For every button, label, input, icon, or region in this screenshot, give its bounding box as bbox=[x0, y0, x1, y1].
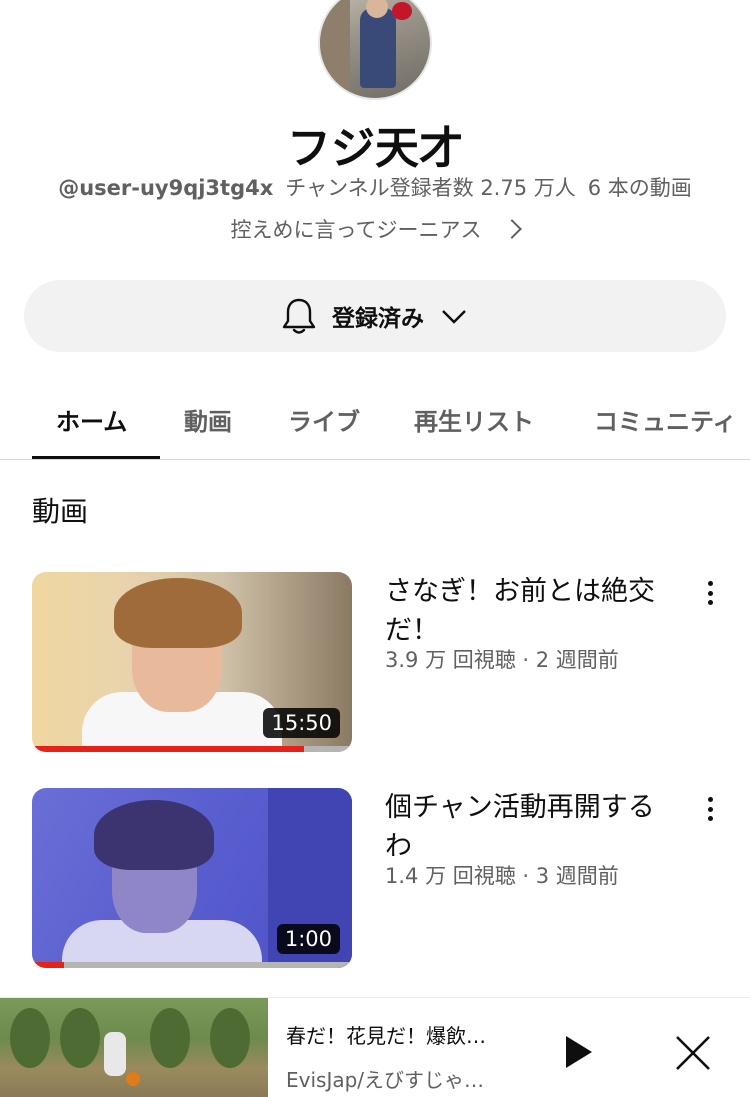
more-options-icon[interactable] bbox=[700, 578, 720, 608]
thumbnail-hair bbox=[94, 800, 214, 870]
thumbnail-tree bbox=[60, 1008, 100, 1068]
watch-progress-bar bbox=[32, 962, 64, 968]
tab-playlists[interactable]: 再生リスト bbox=[414, 402, 534, 437]
channel-meta: @user-uy9qj3tg4x チャンネル登録者数 2.75 万人 6 本の動画 bbox=[0, 172, 750, 202]
subscribed-label: 登録済み bbox=[332, 306, 424, 332]
section-title: 動画 bbox=[32, 495, 89, 528]
avatar-rose bbox=[392, 2, 412, 20]
channel-description-link[interactable]: 控えめに言ってジーニアス bbox=[0, 214, 750, 244]
miniplayer-title[interactable]: 春だ！花見だ！爆飲… bbox=[286, 1020, 486, 1049]
subscriber-count: チャンネル登録者数 2.75 万人 bbox=[285, 176, 576, 200]
thumbnail-child bbox=[104, 1032, 126, 1076]
miniplayer[interactable]: 春だ！花見だ！爆飲… EvisJap/えびすじゃ… bbox=[0, 997, 750, 1097]
subscribed-button[interactable]: 登録済み bbox=[24, 280, 726, 352]
tab-community[interactable]: コミュニティ bbox=[594, 402, 737, 437]
video-item[interactable]: 1:00 個チャン活動再開するわ 1.4 万 回視聴 · 3 週間前 bbox=[32, 788, 718, 968]
tab-live[interactable]: ライブ bbox=[288, 402, 360, 437]
tab-home[interactable]: ホーム bbox=[56, 402, 127, 437]
play-icon[interactable] bbox=[566, 1036, 592, 1068]
close-icon[interactable] bbox=[674, 1034, 712, 1072]
channel-avatar[interactable] bbox=[318, 0, 432, 100]
avatar-background bbox=[320, 0, 350, 98]
video-duration: 15:50 bbox=[263, 708, 340, 738]
video-title[interactable]: 個チャン活動再開するわ bbox=[385, 788, 675, 866]
channel-handle: @user-uy9qj3tg4x bbox=[58, 176, 274, 200]
channel-name: フジ天才 bbox=[287, 123, 463, 174]
watch-progress-track bbox=[32, 962, 352, 968]
more-options-icon[interactable] bbox=[700, 794, 720, 824]
bell-icon bbox=[282, 297, 316, 335]
miniplayer-thumbnail[interactable] bbox=[0, 998, 268, 1097]
miniplayer-channel: EvisJap/えびすじゃ… bbox=[286, 1068, 485, 1092]
thumbnail-tree bbox=[150, 1008, 190, 1068]
video-meta: 1.4 万 回視聴 · 3 週間前 bbox=[385, 864, 619, 888]
video-item[interactable]: 15:50 さなぎ！お前とは絶交だ！ 3.9 万 回視聴 · 2 週間前 bbox=[32, 572, 718, 752]
channel-description: 控えめに言ってジーニアス bbox=[230, 218, 482, 242]
video-duration: 1:00 bbox=[276, 924, 340, 954]
watch-progress-bar bbox=[32, 746, 304, 752]
tab-videos[interactable]: 動画 bbox=[184, 402, 232, 437]
thumbnail-tree bbox=[210, 1008, 250, 1068]
thumbnail-hair bbox=[114, 578, 242, 648]
channel-tabs: ホーム 動画 ライブ 再生リスト コミュニティ bbox=[0, 382, 750, 460]
video-title[interactable]: さなぎ！お前とは絶交だ！ bbox=[385, 572, 675, 650]
video-meta: 3.9 万 回視聴 · 2 週間前 bbox=[385, 648, 619, 672]
thumbnail-tree bbox=[10, 1008, 50, 1068]
chevron-right-icon bbox=[502, 219, 523, 239]
thumbnail-ball bbox=[126, 1072, 140, 1086]
video-thumbnail[interactable]: 1:00 bbox=[32, 788, 352, 968]
active-tab-indicator bbox=[32, 456, 160, 459]
video-thumbnail[interactable]: 15:50 bbox=[32, 572, 352, 752]
chevron-down-icon bbox=[440, 302, 468, 330]
video-count: 6 本の動画 bbox=[587, 176, 692, 200]
avatar-figure bbox=[360, 8, 396, 88]
